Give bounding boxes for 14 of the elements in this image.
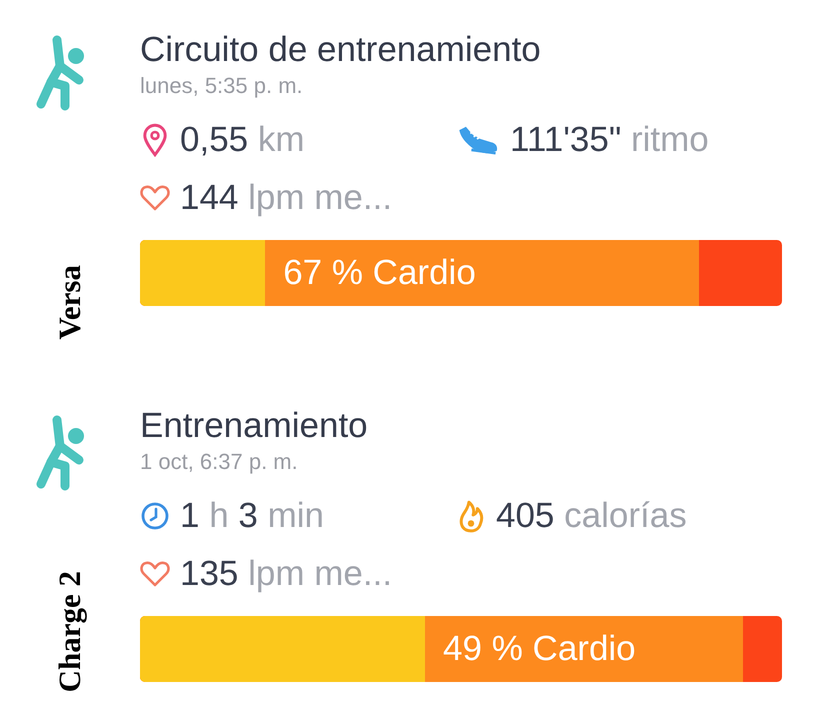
activity-time: lunes, 5:35 p. m. [140,72,304,100]
stat-text: 111'35" ritmo [510,119,709,161]
stat-text: 0,55 km [180,119,305,161]
activity-time: 1 oct, 6:37 p. m. [140,448,299,476]
stat-text: 405 calorías [496,495,687,537]
stat-text: 135 lpm me... [180,553,392,595]
stat-text: 144 lpm me... [180,177,392,219]
activity-title[interactable]: Circuito de entrenamiento [140,28,782,72]
stat-text: 1 h 3 min [180,495,324,537]
device-label: Versa [52,265,88,340]
activity-title[interactable]: Entrenamiento [140,404,782,448]
cardio-percent-label: 67 % Cardio [283,252,476,294]
cardio-percent-label: 49 % Cardio [443,628,636,670]
device-label: Charge 2 [52,570,88,692]
